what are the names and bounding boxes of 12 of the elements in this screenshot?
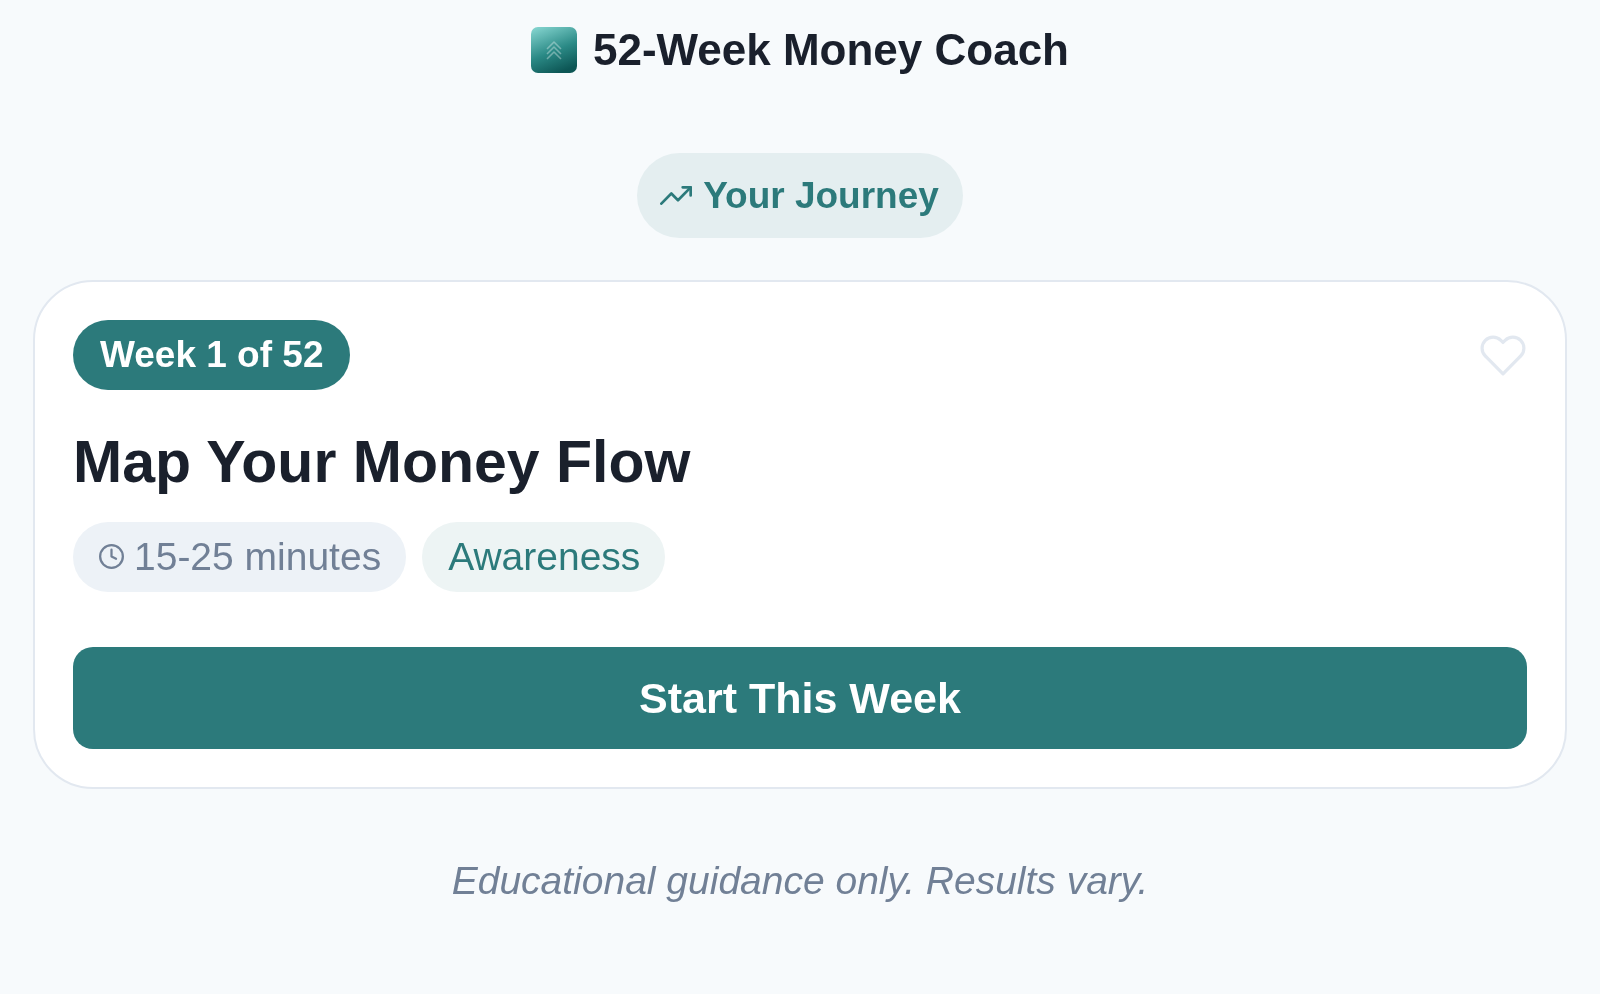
- clock-icon: [99, 544, 124, 570]
- week-title: Map Your Money Flow: [73, 428, 692, 497]
- duration-chip: 15-25 minutes: [73, 521, 407, 592]
- app-title: 52-Week Money Coach: [593, 23, 1069, 76]
- week-badge: Week 1 of 52: [73, 320, 351, 390]
- logo-icon: [531, 27, 577, 73]
- category-chip: Awareness: [422, 521, 666, 592]
- trend-up-icon: [660, 186, 693, 205]
- start-week-button[interactable]: Start This Week: [73, 646, 1527, 749]
- heart-icon[interactable]: [1480, 334, 1526, 376]
- journey-badge: Your Journey: [637, 153, 963, 238]
- disclaimer-text: Educational guidance only. Results vary.: [451, 857, 1149, 904]
